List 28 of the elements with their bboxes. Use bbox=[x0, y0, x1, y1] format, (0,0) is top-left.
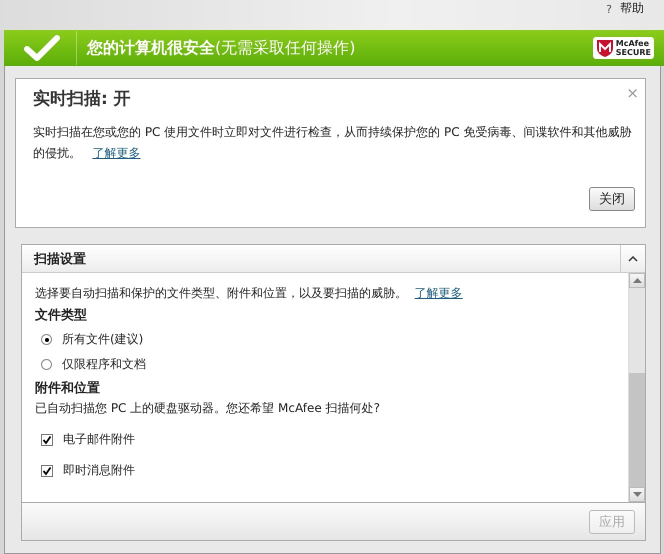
radio-button[interactable] bbox=[41, 359, 52, 370]
help-link[interactable]: 帮助 bbox=[620, 0, 644, 17]
section-heading: 附件和位置 bbox=[35, 380, 101, 397]
checkmark-icon bbox=[24, 34, 60, 62]
close-dialog-button[interactable]: 关闭 bbox=[589, 187, 635, 211]
learn-more-link[interactable]: 了解更多 bbox=[92, 146, 140, 160]
learn-more-link[interactable]: 了解更多 bbox=[414, 286, 463, 300]
caret-up-icon bbox=[628, 256, 638, 262]
checkbox[interactable] bbox=[41, 434, 53, 446]
checkbox-label: 电子邮件附件 bbox=[63, 431, 135, 448]
status-text: 您的计算机很安全(无需采取任何操作) bbox=[87, 38, 356, 58]
help-icon[interactable]: ? bbox=[606, 3, 612, 16]
section-text: 已自动扫描您 PC 上的硬盘驱动器。您还希望 McAfee 扫描何处? bbox=[35, 400, 381, 417]
section-heading: 文件类型 bbox=[35, 306, 88, 324]
scroll-down-icon[interactable] bbox=[632, 492, 642, 497]
settings-title: 扫描设置 bbox=[32, 250, 87, 268]
badge-brand: McAfee bbox=[616, 39, 650, 48]
settings-intro: 选择要自动扫描和保护的文件类型、附件和位置，以及要扫描的威胁。 了解更多 bbox=[35, 285, 464, 302]
info-description: 实时扫描在您或您的 PC 使用文件时立即对文件进行检查，从而持续保护您的 PC 免受病毒、间谍软件和其他威胁的侵扰。 了解更多 bbox=[33, 124, 632, 162]
info-title: 实时扫描: 开 bbox=[33, 88, 131, 110]
radio-label: 仅限程序和文档 bbox=[62, 356, 146, 373]
radio-button[interactable] bbox=[41, 334, 52, 345]
scrollbar[interactable] bbox=[628, 273, 645, 502]
checkbox-label: 即时消息附件 bbox=[63, 462, 135, 479]
radio-label: 所有文件(建议) bbox=[62, 331, 144, 348]
badge-label: SECURE bbox=[616, 48, 651, 57]
scroll-up-icon[interactable] bbox=[632, 278, 642, 283]
checkbox[interactable] bbox=[41, 464, 53, 476]
